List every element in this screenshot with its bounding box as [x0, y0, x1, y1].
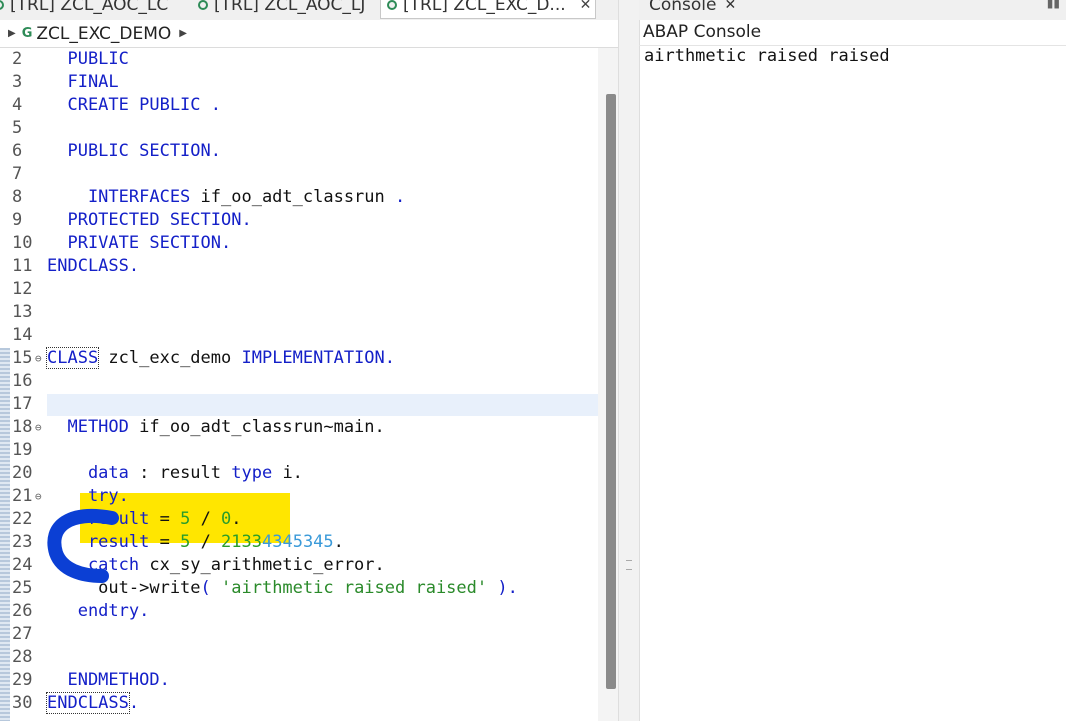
sash-splitter[interactable]: [618, 0, 640, 721]
tab-zcl-aoc-lc[interactable]: [TRL] ZCL_AOC_LC: [0, 0, 168, 18]
editor-tab-bar: [TRL] ZCL_AOC_LC [TRL] ZCL_AOC_LJ [TRL] …: [0, 0, 618, 20]
class-icon: [0, 0, 4, 10]
close-icon[interactable]: ✕: [725, 0, 737, 13]
breadcrumb: ▶ G ZCL_EXC_DEMO ▶: [0, 20, 618, 48]
breadcrumb-class-name[interactable]: ZCL_EXC_DEMO: [36, 24, 171, 44]
console-title: ABAP Console: [639, 20, 1066, 46]
class-icon: G: [21, 26, 33, 41]
scrollbar-thumb[interactable]: [606, 94, 616, 689]
close-icon[interactable]: ✕: [580, 0, 592, 13]
tab-zcl-exc-demo[interactable]: [TRL] ZCL_EXC_D... ✕: [380, 0, 597, 19]
chevron-right-icon[interactable]: ▶: [179, 28, 187, 39]
console-tab-bar: Console ✕ ▮▮: [639, 0, 1066, 20]
console-output: airthmetic raised raised: [644, 46, 890, 66]
code-editor[interactable]: 2 PUBLIC 3 FINAL 4 CREATE PUBLIC .56 PUBLI…: [0, 48, 618, 721]
tab-zcl-aoc-lj[interactable]: [TRL] ZCL_AOC_LJ: [198, 0, 365, 18]
view-menu-icon[interactable]: ▮▮: [1047, 0, 1060, 10]
class-icon: [198, 0, 208, 10]
grip-icon: [626, 560, 632, 570]
tab-console[interactable]: Console ✕: [649, 0, 736, 18]
chevron-right-icon[interactable]: ▶: [8, 28, 16, 39]
blue-bracket-annotation: [47, 508, 119, 583]
class-icon: [387, 0, 397, 10]
